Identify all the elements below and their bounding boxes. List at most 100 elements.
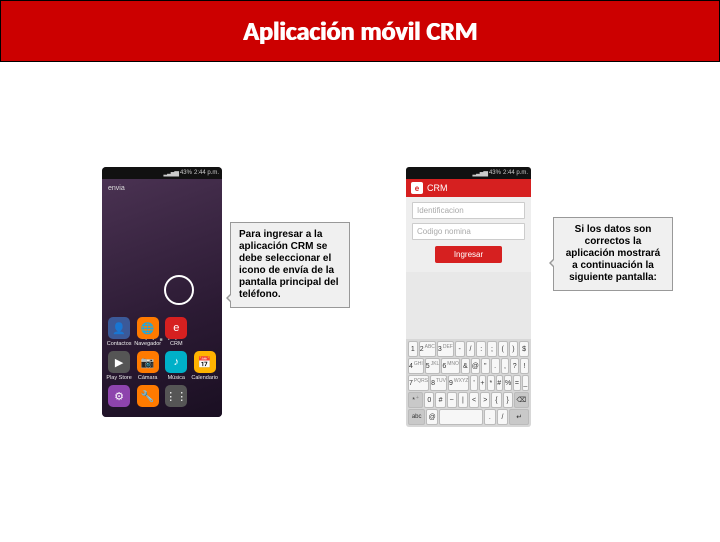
app-glyph-icon: e	[165, 317, 187, 339]
callout-left: Para ingresar a la aplicación CRM se deb…	[230, 222, 350, 308]
app-icon[interactable]: e CRM	[163, 317, 189, 347]
app-label: Cámara	[138, 375, 158, 381]
key[interactable]: '	[470, 375, 477, 391]
callout-right: Si los datos son correctos la aplicación…	[553, 217, 673, 291]
key[interactable]: (	[498, 341, 508, 357]
app-icon[interactable]: ♪ Música	[163, 351, 189, 381]
key[interactable]: |	[458, 392, 468, 408]
key[interactable]: -	[455, 341, 465, 357]
page-title: Aplicación móvil CRM	[243, 15, 477, 47]
key[interactable]: ⌫	[514, 392, 529, 408]
key[interactable]: /	[466, 341, 476, 357]
app-glyph-icon: 📷	[137, 351, 159, 373]
phone-login-screen: ▂▃▅▆ 43% 2:44 p.m. e CRM Identificacion …	[406, 167, 531, 427]
key[interactable]: $	[519, 341, 529, 357]
key[interactable]: 2ABC	[419, 341, 436, 357]
key[interactable]: <	[469, 392, 479, 408]
key[interactable]: *+	[408, 392, 423, 408]
brand-label: envia	[108, 185, 125, 192]
app-glyph-icon: 🔧	[137, 385, 159, 407]
key[interactable]: 3DEF	[437, 341, 454, 357]
key[interactable]: @	[426, 409, 438, 425]
codigo-nomina-input[interactable]: Codigo nomina	[412, 223, 525, 240]
title-banner: Aplicación móvil CRM	[0, 0, 720, 62]
app-icon[interactable]: 🌐 Navegador	[134, 317, 161, 347]
key[interactable]: ~	[447, 392, 457, 408]
phone-home-screen: ▂▃▅▆ 43% 2:44 p.m. envia • • ■ • • 👤Cont…	[102, 167, 222, 417]
key[interactable]: 7PQRS	[408, 375, 429, 391]
key-enter[interactable]: ↵	[509, 409, 529, 425]
key[interactable]: ?	[510, 358, 519, 374]
app-icon[interactable]: 🔧	[134, 385, 161, 409]
app-glyph-icon: ♪	[165, 351, 187, 373]
key[interactable]: +	[479, 375, 486, 391]
clock-text: 2:44 p.m.	[194, 170, 219, 176]
key[interactable]: #	[496, 375, 503, 391]
key[interactable]: )	[509, 341, 519, 357]
app-label: Música	[168, 375, 185, 381]
key[interactable]: :	[476, 341, 486, 357]
signal-icon: ▂▃▅▆	[164, 170, 178, 177]
app-glyph-icon: 🌐	[137, 317, 159, 339]
key[interactable]: >	[480, 392, 490, 408]
status-bar: ▂▃▅▆ 43% 2:44 p.m.	[406, 167, 531, 179]
app-label: Navegador	[134, 341, 161, 347]
clock-text: 2:44 p.m.	[503, 170, 528, 176]
battery-text: 43%	[489, 170, 501, 176]
key[interactable]: =	[513, 375, 520, 391]
key[interactable]: &	[461, 358, 470, 374]
key[interactable]: !	[520, 358, 529, 374]
key[interactable]: 8TUV	[430, 375, 447, 391]
battery-text: 43%	[180, 170, 192, 176]
envia-logo-icon: e	[411, 182, 423, 194]
app-bar: e CRM	[406, 179, 531, 197]
soft-keyboard: 12ABC3DEF-/:;()$ 4GHI5JKL6MNO&@".,?! 7PQ…	[406, 339, 531, 427]
app-icon[interactable]: 📷 Cámara	[134, 351, 161, 381]
app-glyph-icon: 👤	[108, 317, 130, 339]
key[interactable]: %	[504, 375, 512, 391]
key[interactable]: ,	[501, 358, 510, 374]
slide-body: ▂▃▅▆ 43% 2:44 p.m. envia • • ■ • • 👤Cont…	[0, 62, 720, 542]
key[interactable]: 1	[408, 341, 418, 357]
app-label: Play Store	[106, 375, 131, 381]
key[interactable]: .	[491, 358, 500, 374]
app-icon[interactable]: ⚙	[106, 385, 132, 409]
callout-left-text: Para ingresar a la aplicación CRM se deb…	[239, 229, 338, 300]
key[interactable]: 0	[424, 392, 434, 408]
app-label: CRM	[170, 341, 183, 347]
key[interactable]: 5JKL	[425, 358, 441, 374]
key[interactable]: ;	[487, 341, 497, 357]
ingresar-button[interactable]: Ingresar	[435, 246, 503, 263]
app-icon[interactable]	[191, 385, 218, 409]
app-grid: 👤 Contactos 🌐 Navegador e CRM ▶ Play Store 📷 Cáma…	[102, 317, 222, 409]
key[interactable]: *	[487, 375, 494, 391]
app-bar-title: CRM	[427, 183, 448, 193]
key[interactable]: }	[503, 392, 513, 408]
key[interactable]: 6MNO	[441, 358, 460, 374]
app-icon[interactable]: ▶ Play Store	[106, 351, 132, 381]
key[interactable]: @	[471, 358, 480, 374]
key[interactable]: 4GHI	[408, 358, 424, 374]
app-icon[interactable]: 📅 Calendario	[191, 351, 218, 381]
key[interactable]: #	[435, 392, 445, 408]
identificacion-input[interactable]: Identificacion	[412, 202, 525, 219]
app-glyph-icon: ⋮⋮	[165, 385, 187, 407]
key[interactable]: .	[484, 409, 496, 425]
key[interactable]: {	[491, 392, 501, 408]
app-label: Contactos	[107, 341, 132, 347]
key-space[interactable]	[439, 409, 483, 425]
key[interactable]: _	[522, 375, 529, 391]
login-form: Identificacion Codigo nomina Ingresar	[406, 197, 531, 272]
app-glyph-icon: ⚙	[108, 385, 130, 407]
app-label: Calendario	[191, 375, 218, 381]
app-icon[interactable]: ⋮⋮	[163, 385, 189, 409]
key[interactable]: "	[481, 358, 490, 374]
key-mode[interactable]: abc	[408, 409, 425, 425]
signal-icon: ▂▃▅▆	[473, 170, 487, 177]
key[interactable]: /	[497, 409, 509, 425]
app-icon[interactable]: 👤 Contactos	[106, 317, 132, 347]
app-icon[interactable]	[191, 317, 218, 347]
key[interactable]: 9WXYZ	[448, 375, 469, 391]
app-glyph-icon: 📅	[194, 351, 216, 373]
app-glyph-icon: ▶	[108, 351, 130, 373]
